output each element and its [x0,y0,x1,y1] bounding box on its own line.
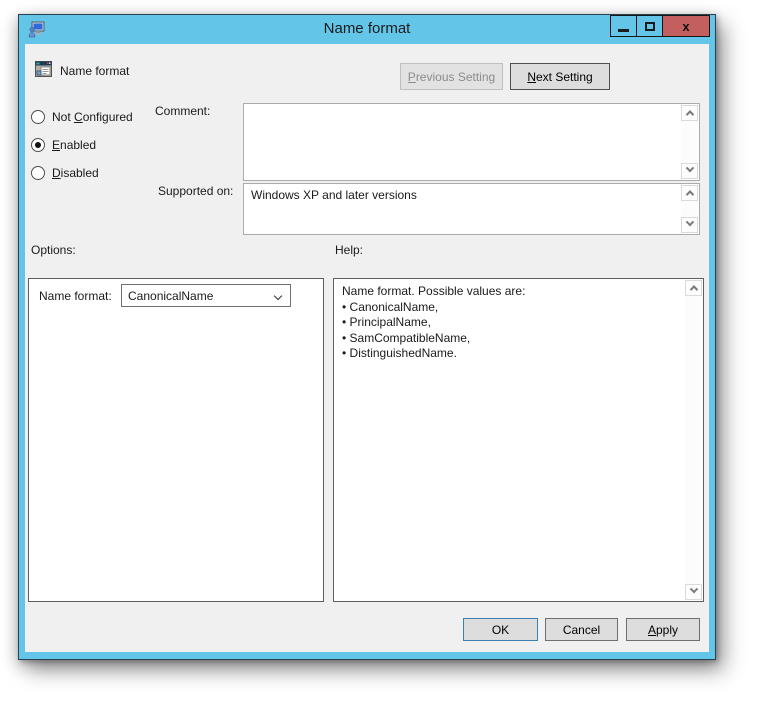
chevron-down-icon [274,292,282,300]
previous-setting-label-rest: revious Setting [416,70,495,84]
name-format-dropdown[interactable]: CanonicalName [121,284,291,307]
radio-label: Not [52,110,74,124]
title-bar[interactable]: Name format x [19,15,715,44]
help-section-label: Help: [335,243,363,257]
radio-not-configured[interactable]: Not Configured [31,109,133,125]
supported-on-textarea[interactable]: Windows XP and later versions [243,183,700,235]
radio-circle-icon[interactable] [31,166,45,180]
scroll-down-button[interactable] [681,217,698,233]
supported-scrollbar[interactable] [681,185,698,233]
caption-buttons: x [611,15,710,37]
close-button[interactable]: x [662,15,710,37]
chevron-down-icon [685,218,693,226]
chevron-up-icon [685,110,693,118]
minimize-button[interactable] [610,15,637,37]
help-line: Name format. Possible values are: [342,284,681,300]
scrollbar-track[interactable] [685,296,702,584]
options-panel: Name format: CanonicalName [28,278,324,602]
dropdown-selected-value: CanonicalName [122,289,213,303]
minimize-icon [618,29,629,32]
scroll-up-button[interactable] [685,280,702,296]
chevron-down-icon [689,585,697,593]
ok-button[interactable]: OK [463,618,538,641]
next-setting-label-rest: ext Setting [536,70,593,84]
help-scrollbar[interactable] [685,280,702,600]
scroll-down-button[interactable] [681,163,698,179]
radio-label-rest: onfigured [83,110,133,124]
scroll-up-button[interactable] [681,185,698,201]
radio-circle-icon[interactable] [31,110,45,124]
radio-label-rest: isabled [61,166,99,180]
radio-disabled[interactable]: Disabled [31,165,99,181]
apply-accel: A [648,623,656,637]
apply-label-rest: pply [656,623,678,637]
scroll-down-button[interactable] [685,584,702,600]
options-section-label: Options: [31,243,76,257]
scrollbar-track[interactable] [681,121,698,163]
close-icon: x [682,19,689,34]
help-line: • DistinguishedName. [342,346,681,362]
help-line: • PrincipalName, [342,315,681,331]
name-format-label: Name format: [39,289,112,303]
radio-accel: C [74,110,83,124]
chevron-down-icon [685,164,693,172]
ok-label: OK [492,623,509,637]
next-setting-button[interactable]: Next Setting [510,63,610,90]
radio-circle-selected-icon[interactable] [31,138,45,152]
policy-setting-icon [35,61,52,77]
help-line: • CanonicalName, [342,300,681,316]
radio-accel: D [52,166,61,180]
policy-setting-dialog: Name format x Name format [18,14,716,660]
maximize-button[interactable] [636,15,663,37]
scroll-up-button[interactable] [681,105,698,121]
radio-enabled[interactable]: Enabled [31,137,96,153]
previous-setting-accel: P [408,70,416,84]
cancel-button[interactable]: Cancel [545,618,618,641]
dialog-client-area: Name format Previous Setting Next Settin… [25,44,709,652]
apply-button[interactable]: Apply [626,618,700,641]
help-panel: Name format. Possible values are: • Cano… [333,278,704,602]
radio-accel: E [52,138,60,152]
radio-label-rest: nabled [60,138,96,152]
supported-on-value: Windows XP and later versions [251,188,677,202]
previous-setting-button[interactable]: Previous Setting [400,63,503,90]
next-setting-accel: N [527,70,536,84]
cancel-label: Cancel [563,623,600,637]
maximize-icon [645,22,655,31]
chevron-up-icon [685,190,693,198]
comment-scrollbar[interactable] [681,105,698,179]
setting-title: Name format [60,64,129,78]
chevron-up-icon [689,285,697,293]
help-text: Name format. Possible values are: • Cano… [342,284,681,362]
supported-on-label: Supported on: [158,184,233,198]
comment-label: Comment: [155,104,210,118]
comment-textarea[interactable] [243,103,700,181]
scrollbar-track[interactable] [681,201,698,217]
help-line: • SamCompatibleName, [342,331,681,347]
